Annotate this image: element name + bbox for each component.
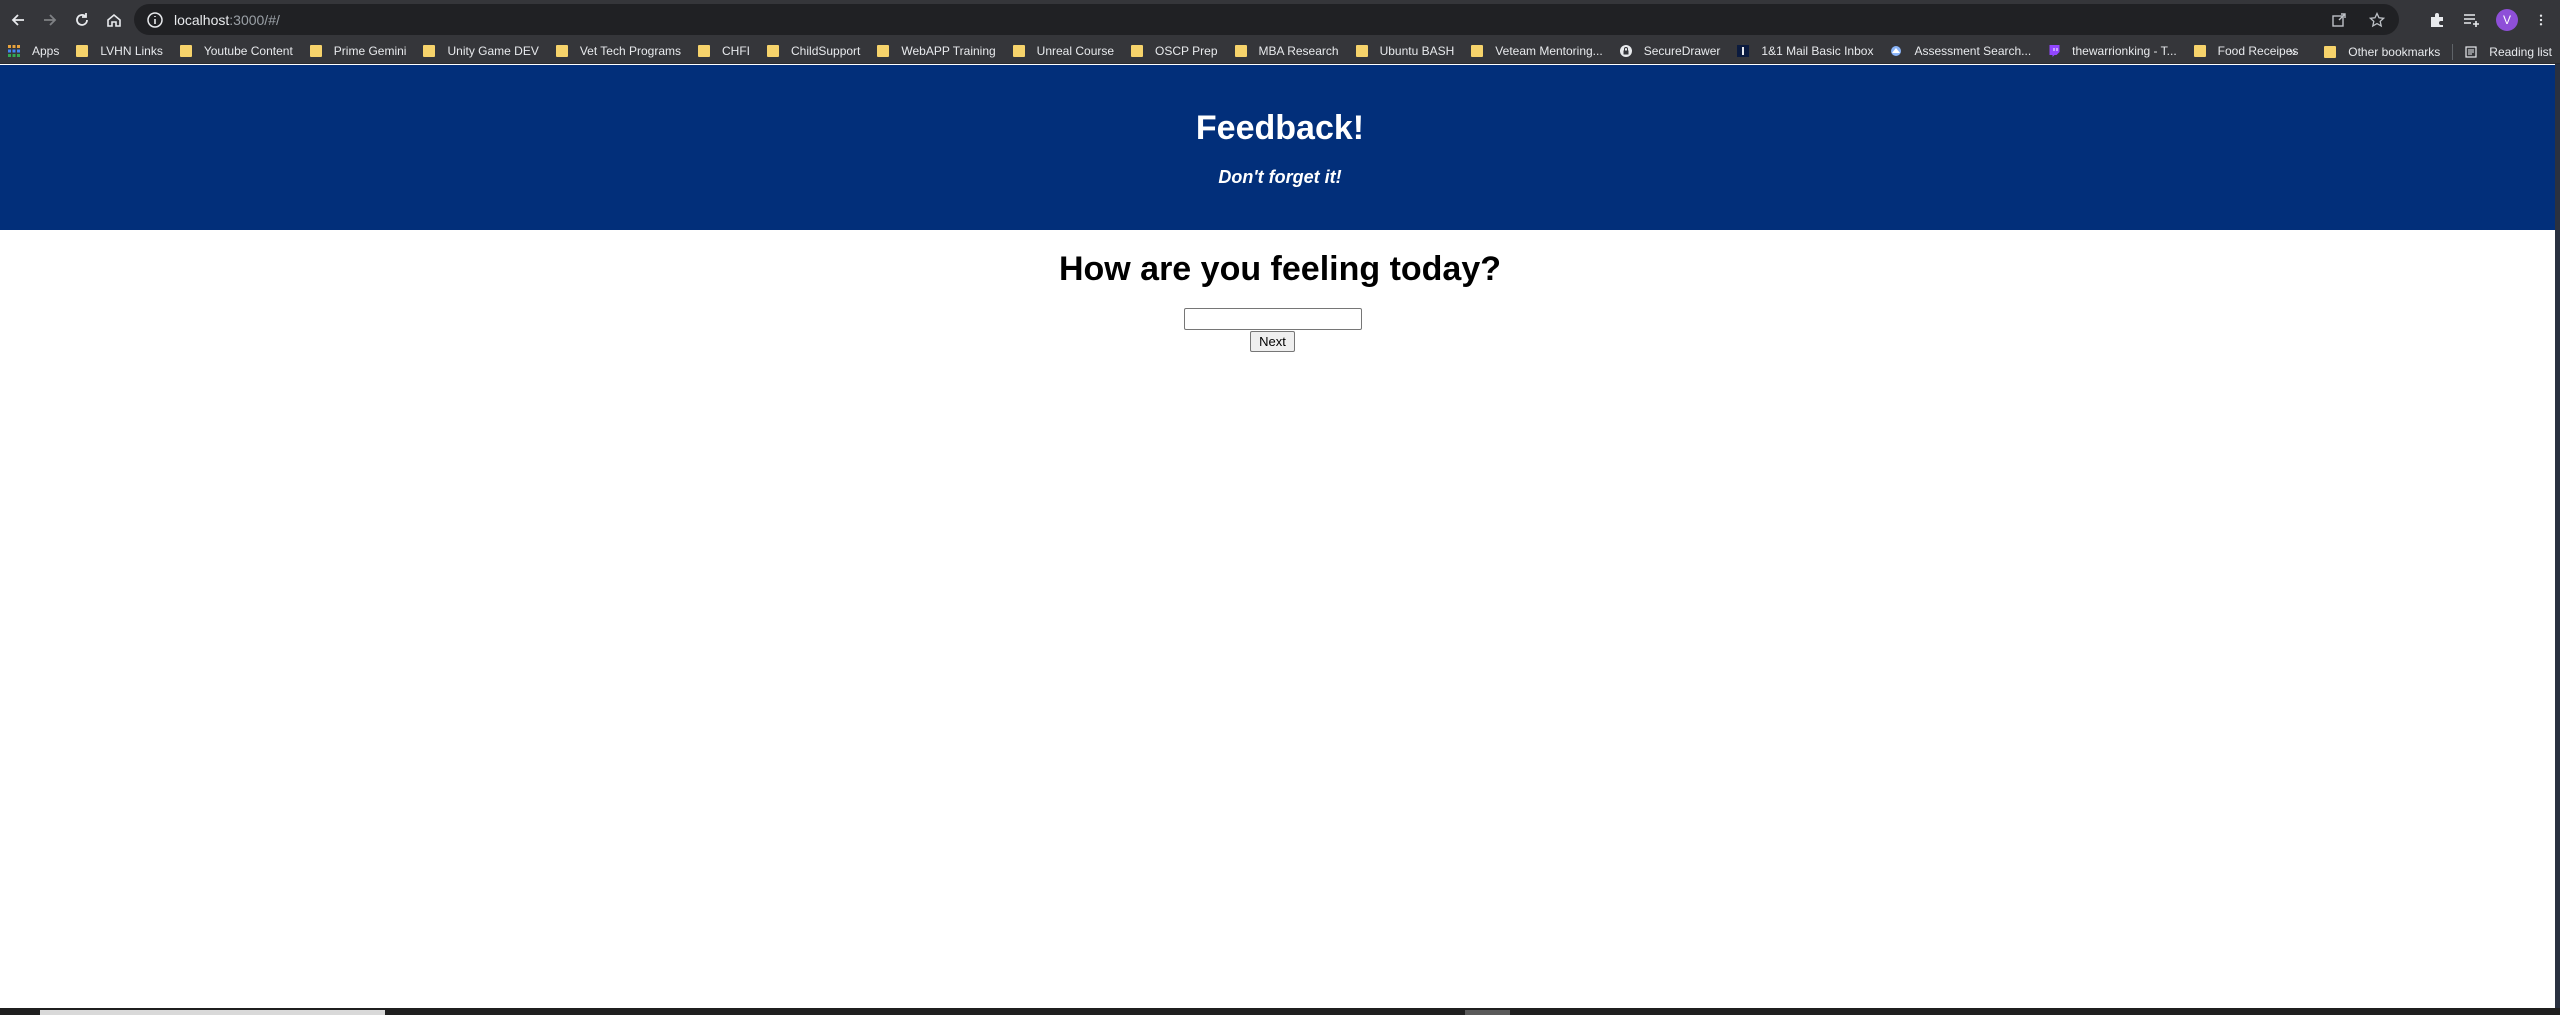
folder-icon — [179, 45, 192, 57]
bookmark-item[interactable]: MBA Research — [1234, 44, 1339, 58]
bookmark-label: Assessment Search... — [1914, 44, 2032, 58]
bookmarks-bar: Apps LVHN Links Youtube Content Prime Gemin… — [0, 39, 2560, 64]
question-heading: How are you feeling today? — [1058, 250, 1502, 288]
bookmark-item[interactable]: Apps — [8, 44, 59, 58]
bookmark-item[interactable]: 1&1 Mail Basic Inbox — [1737, 44, 1873, 58]
home-button[interactable] — [98, 4, 130, 36]
forward-button[interactable] — [34, 4, 66, 36]
bookmark-item[interactable]: OSCP Prep — [1131, 44, 1218, 58]
bookmark-label: CHFI — [722, 44, 751, 58]
folder-icon — [1131, 45, 1144, 57]
bookmark-label: Youtube Content — [203, 44, 293, 58]
feedback-header: Feedback! Don't forget it! — [0, 65, 2560, 230]
bookmark-item[interactable]: thewarrionking - T... — [2048, 44, 2177, 58]
extensions-puzzle-icon[interactable] — [2428, 11, 2446, 29]
share-icon[interactable] — [2331, 12, 2347, 28]
url-text: localhost:3000/#/ — [174, 12, 280, 28]
bookmarks-bar-right: » Other bookmarks Reading list — [2289, 39, 2552, 64]
folder-icon — [1471, 45, 1484, 57]
bookmark-label: 1&1 Mail Basic Inbox — [1761, 44, 1874, 58]
bookmark-label: LVHN Links — [100, 44, 163, 58]
other-bookmarks-label: Other bookmarks — [2348, 44, 2441, 59]
star-icon[interactable] — [2369, 11, 2385, 28]
url-path: :3000/#/ — [229, 11, 280, 28]
browser-toolbar: localhost:3000/#/ V — [0, 0, 2560, 39]
next-button[interactable]: Next — [1250, 331, 1295, 352]
bookmark-label: OSCP Prep — [1155, 44, 1218, 58]
folder-icon — [309, 45, 322, 57]
folder-icon — [767, 45, 780, 57]
other-bookmarks[interactable]: Other bookmarks — [2324, 45, 2440, 59]
folder-icon — [877, 45, 890, 57]
bookmark-item[interactable]: Ubuntu BASH — [1355, 44, 1455, 58]
bookmark-label: Apps — [32, 44, 60, 58]
bookmark-item[interactable]: Food Receipes — [2193, 44, 2299, 58]
bookmark-item[interactable]: Assessment Search... — [1890, 44, 2031, 58]
address-bar[interactable]: localhost:3000/#/ — [134, 4, 2399, 35]
folder-icon — [2324, 45, 2337, 58]
twitch-icon — [2049, 45, 2060, 57]
reading-queue-icon[interactable] — [2462, 11, 2480, 29]
kebab-menu-icon[interactable] — [2534, 11, 2548, 29]
forward-arrow-icon — [44, 13, 57, 26]
bookmark-item[interactable]: Unity Game DEV — [423, 44, 539, 58]
reading-list-icon — [2465, 45, 2477, 58]
bookmark-item[interactable]: Vet Tech Programs — [555, 44, 682, 58]
url-host: localhost — [174, 11, 230, 28]
home-icon — [107, 13, 121, 27]
bookmark-item[interactable]: Unreal Course — [1012, 44, 1115, 58]
back-button[interactable] — [2, 4, 34, 36]
bookmark-item[interactable]: SecureDrawer — [1619, 44, 1721, 58]
taskbar-segment — [1465, 1010, 1510, 1015]
reload-icon — [76, 12, 88, 26]
bookmark-label: thewarrionking - T... — [2072, 44, 2177, 58]
bookmark-label: Unity Game DEV — [447, 44, 539, 58]
bookmark-label: WebAPP Training — [901, 44, 996, 58]
apps-grid-icon — [8, 45, 20, 57]
page-title: Feedback! — [1195, 109, 1365, 147]
bookmark-item[interactable]: LVHN Links — [76, 44, 163, 58]
reading-list-label: Reading list — [2489, 44, 2552, 59]
folder-icon — [1012, 45, 1025, 57]
bookmark-item[interactable]: Veteam Mentoring... — [1471, 44, 1603, 58]
bookmark-label: SecureDrawer — [1643, 44, 1721, 58]
taskbar-segment — [40, 1010, 385, 1015]
lock-icon — [1619, 45, 1632, 57]
bookmarks-overflow-button[interactable]: » — [2289, 44, 2296, 59]
profile-avatar[interactable]: V — [2496, 8, 2518, 31]
bookmark-item[interactable]: Prime Gemini — [309, 44, 407, 58]
bookmark-item[interactable]: ChildSupport — [767, 44, 860, 58]
folder-icon — [1355, 45, 1368, 57]
folder-icon — [555, 45, 568, 57]
folder-icon — [76, 45, 89, 57]
back-arrow-icon — [11, 13, 24, 26]
bookmark-label: Food Receipes — [2217, 44, 2299, 58]
bookmark-label: Ubuntu BASH — [1379, 44, 1455, 58]
bookmark-label: Veteam Mentoring... — [1495, 44, 1603, 58]
bookmark-item[interactable]: Youtube Content — [179, 44, 293, 58]
taskbar-strip — [0, 1008, 2560, 1015]
bookmark-item[interactable]: WebAPP Training — [877, 44, 996, 58]
bookmark-item[interactable]: CHFI — [698, 44, 750, 58]
globe-icon — [1891, 46, 1902, 56]
toolbar-actions: V — [2428, 0, 2560, 39]
bookmark-label: Unreal Course — [1036, 44, 1115, 58]
bookmark-label: ChildSupport — [791, 44, 861, 58]
mail-icon — [1737, 45, 1750, 57]
bookmark-label: Prime Gemini — [333, 44, 407, 58]
site-info-icon[interactable] — [146, 11, 164, 29]
bookmark-label: Vet Tech Programs — [579, 44, 682, 58]
reading-list[interactable]: Reading list — [2465, 45, 2552, 59]
omnibox-actions — [2331, 4, 2385, 35]
folder-icon — [1234, 45, 1247, 57]
bookmarks-divider — [2452, 43, 2454, 60]
folder-icon — [2193, 45, 2206, 57]
page-tagline: Don't forget it! — [1218, 167, 1342, 187]
reload-button[interactable] — [66, 4, 98, 36]
bookmark-label: MBA Research — [1258, 44, 1339, 58]
feeling-input[interactable] — [1184, 308, 1362, 330]
folder-icon — [698, 45, 711, 57]
folder-icon — [423, 45, 436, 57]
window-edge — [2555, 64, 2560, 1008]
